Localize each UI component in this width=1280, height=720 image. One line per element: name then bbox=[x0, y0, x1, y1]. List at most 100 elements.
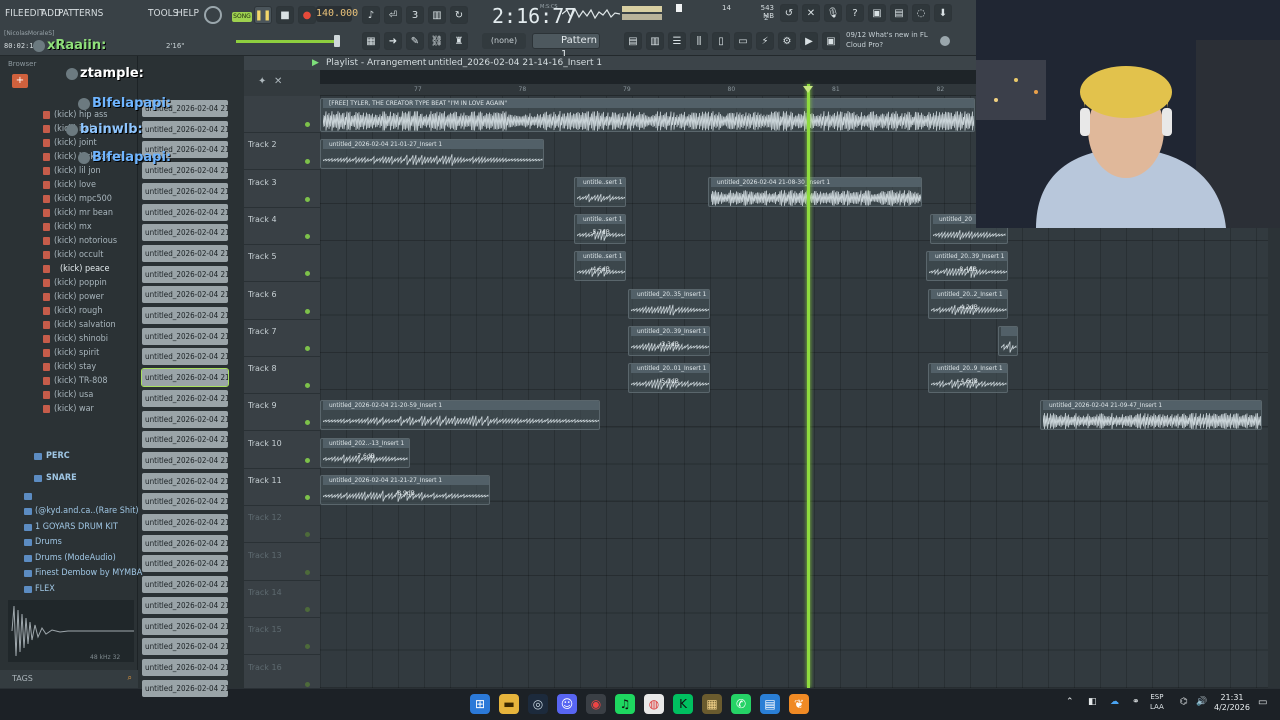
track-header[interactable]: Track 4 bbox=[244, 208, 320, 245]
browser-item[interactable]: (kick) mpc500 bbox=[54, 194, 112, 204]
plugin-icon[interactable]: ⚡ bbox=[756, 32, 774, 50]
search-icon[interactable]: ⌕ bbox=[128, 673, 132, 683]
browser-pack[interactable]: Finest Dembow by MYMBA bbox=[35, 568, 142, 578]
audio-clip[interactable]: untitled_2026-02-04 21-09-47_Insert 1 bbox=[1040, 400, 1262, 431]
channel-rack-icon[interactable]: ☰ bbox=[668, 32, 686, 50]
browser-item[interactable]: (kick) salvation bbox=[54, 320, 116, 330]
clip-source-button[interactable]: untitled_2026-02-04 21- bbox=[142, 224, 228, 242]
step-edit-icon[interactable]: ▥ bbox=[428, 6, 446, 24]
track-mute-led[interactable] bbox=[305, 420, 310, 426]
track-header[interactable]: Track 8 bbox=[244, 357, 320, 395]
tags-bar[interactable]: TAGS ⌕ bbox=[0, 670, 138, 688]
stamp-icon[interactable]: ♜ bbox=[450, 32, 468, 50]
network-icon[interactable]: ⌬ bbox=[1180, 697, 1188, 707]
menu-file[interactable]: FILE bbox=[5, 8, 24, 19]
clip-source-button[interactable]: untitled_2026-02-04 21- bbox=[142, 658, 228, 676]
record-app-icon[interactable]: ◉ bbox=[586, 694, 606, 714]
track-mute-led[interactable] bbox=[305, 159, 310, 165]
chrome-icon[interactable]: ◍ bbox=[644, 694, 664, 714]
clip-source-button[interactable]: untitled_2026-02-04 21- bbox=[142, 617, 228, 635]
loop-record-icon[interactable]: ↻ bbox=[450, 6, 468, 24]
track-mute-led[interactable] bbox=[305, 681, 310, 687]
spotify-icon[interactable]: ♫ bbox=[615, 694, 635, 714]
browser-item[interactable]: (kick) shinobi bbox=[54, 334, 108, 344]
volume-icon[interactable]: 🔊 bbox=[1196, 697, 1207, 707]
track-mute-led[interactable] bbox=[305, 122, 310, 127]
track-mute-led[interactable] bbox=[305, 495, 310, 500]
mixer-link-icon[interactable]: ✕ bbox=[802, 4, 820, 22]
audio-clip[interactable]: untitled_20..9_Insert 1 -4.6dB bbox=[928, 363, 1008, 394]
browser-item[interactable]: (kick) mr bean bbox=[54, 208, 113, 218]
clip-source-button[interactable]: untitled_2026-02-04 21- bbox=[142, 307, 228, 324]
notifications-icon[interactable]: ▭ bbox=[1258, 697, 1267, 708]
browser-pack[interactable]: Drums bbox=[35, 537, 62, 547]
help-icon[interactable]: ? bbox=[846, 4, 864, 22]
track-header[interactable]: Track 2 bbox=[244, 133, 320, 171]
mixer-icon[interactable]: ⫼ bbox=[690, 32, 708, 50]
clip-source-button[interactable]: untitled_2026-02-04 21- bbox=[142, 431, 228, 449]
language-indicator[interactable]: ESP LAA bbox=[1150, 692, 1164, 712]
browser-item[interactable]: (kick) hip ass bbox=[54, 110, 107, 120]
browser-item[interactable]: (kick) rough bbox=[54, 306, 102, 316]
track-header[interactable]: Track 13 bbox=[244, 544, 320, 581]
clip-source-button[interactable]: untitled_2026-02-04 21- bbox=[142, 244, 228, 262]
browser-item[interactable]: (kick) notorious bbox=[54, 236, 117, 246]
tempo-display[interactable]: 140.000 bbox=[316, 6, 358, 22]
track-mute-led[interactable] bbox=[305, 606, 310, 612]
clip-source-button[interactable]: untitled_2026-02-04 21- bbox=[142, 265, 228, 283]
audio-clip[interactable]: untitled_2026-02-04 21-20-59_Insert 1 bbox=[320, 400, 600, 431]
track-mute-led[interactable] bbox=[305, 383, 310, 389]
master-volume-slider[interactable] bbox=[236, 40, 336, 43]
clip-source-button[interactable]: untitled_2026-02-04 21- bbox=[142, 203, 228, 221]
pattern-song-toggle[interactable] bbox=[204, 6, 222, 24]
audio-clip[interactable]: untitled_2026-02-04 21-01-27_Insert 1 bbox=[320, 139, 544, 170]
audio-clip[interactable]: untitled_20..39_Insert 1 -8.4dB bbox=[926, 251, 1008, 282]
track-mute-led[interactable] bbox=[305, 196, 310, 202]
add-icon[interactable]: + bbox=[12, 74, 28, 88]
playhead[interactable] bbox=[807, 84, 810, 688]
browser-folder[interactable]: PERC bbox=[46, 451, 70, 461]
app-k-icon[interactable]: K bbox=[673, 694, 693, 714]
piano-roll-icon[interactable]: ▥ bbox=[646, 32, 664, 50]
tray-app-icon[interactable]: ◧ bbox=[1088, 697, 1097, 707]
track-header[interactable]: Track 15 bbox=[244, 618, 320, 656]
track-mute-led[interactable] bbox=[305, 569, 310, 575]
record-button[interactable]: ● bbox=[298, 6, 316, 24]
play-arrow-icon[interactable]: ▶ bbox=[312, 56, 319, 70]
pattern-selector[interactable]: Pattern 1 bbox=[532, 33, 600, 60]
clip-source-button[interactable]: untitled_2026-02-04 21- bbox=[142, 596, 228, 614]
stop-button[interactable]: ■ bbox=[276, 6, 294, 24]
news-panel[interactable]: 09/12 What's new in FL Cloud Pro? bbox=[846, 30, 928, 50]
tray-chevron-icon[interactable]: ⌃ bbox=[1066, 697, 1074, 707]
play-button[interactable]: ❚❚ bbox=[254, 6, 272, 24]
brush-icon[interactable]: ✎ bbox=[406, 32, 424, 50]
microphone-icon[interactable]: 🎙 bbox=[824, 4, 842, 22]
discord-icon[interactable]: ☺ bbox=[557, 694, 577, 714]
notes-icon[interactable]: ▤ bbox=[760, 694, 780, 714]
browser-item[interactable]: (kick) spirit bbox=[54, 348, 99, 358]
start-icon[interactable]: ⊞ bbox=[470, 694, 490, 714]
track-header[interactable]: Track 10 bbox=[244, 432, 320, 469]
clip-source-button[interactable]: untitled_2026-02-04 21- bbox=[142, 286, 228, 304]
track-header[interactable] bbox=[244, 96, 320, 133]
metronome-icon[interactable]: ♪ bbox=[362, 6, 380, 24]
download-icon[interactable]: ⬇ bbox=[934, 4, 952, 22]
arrow-right-icon[interactable]: ➜ bbox=[384, 32, 402, 50]
volume-slider-handle[interactable] bbox=[334, 35, 340, 47]
undo-icon[interactable]: ↺ bbox=[780, 4, 798, 22]
audio-clip[interactable]: untitled_20..01_Insert 1 -5.1dB bbox=[628, 363, 710, 394]
channel-icon[interactable]: ▯ bbox=[712, 32, 730, 50]
clip-source-button[interactable]: untitled_2026-02-04 21- bbox=[142, 451, 228, 469]
browser-pack[interactable]: Drums (ModeAudio) bbox=[35, 553, 116, 563]
browser-item[interactable]: (kick) peace bbox=[60, 264, 110, 274]
browser-item[interactable]: (kick) love bbox=[54, 180, 96, 190]
song-mode-button[interactable]: SONG bbox=[232, 12, 252, 22]
track-header[interactable]: Track 12 bbox=[244, 506, 320, 544]
system-clock[interactable]: 21:31 4/2/2026 bbox=[1214, 693, 1250, 713]
browser-item[interactable]: (kick) mx bbox=[54, 222, 92, 232]
playlist-icon[interactable]: ▤ bbox=[624, 32, 642, 50]
browser-pack[interactable]: (@kyd.and.ca..(Rare Shit) bbox=[35, 506, 139, 516]
snap-select[interactable]: (none) bbox=[482, 33, 526, 49]
clip-source-button[interactable]: untitled_2026-02-04 21- bbox=[142, 327, 228, 345]
browser-item[interactable]: (kick) power bbox=[54, 292, 104, 302]
